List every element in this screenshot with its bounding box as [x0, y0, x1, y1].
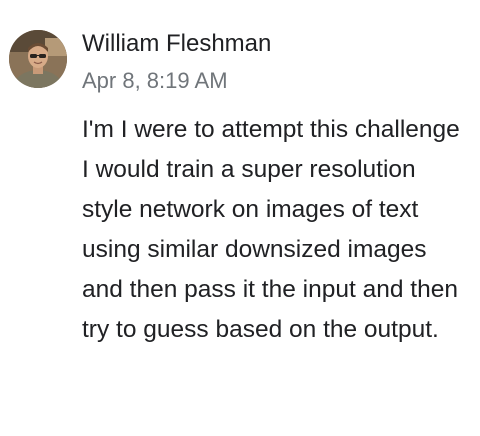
author-name[interactable]: William Fleshman — [82, 30, 271, 58]
comment-card: William Fleshman Apr 8, 8:19 AM I'm I we… — [0, 0, 480, 436]
comment-body: I'm I were to attempt this challenge I w… — [82, 116, 460, 343]
user-avatar-photo-icon — [9, 30, 67, 88]
avatar[interactable] — [9, 30, 67, 88]
comment-timestamp[interactable]: Apr 8, 8:19 AM — [82, 68, 228, 94]
